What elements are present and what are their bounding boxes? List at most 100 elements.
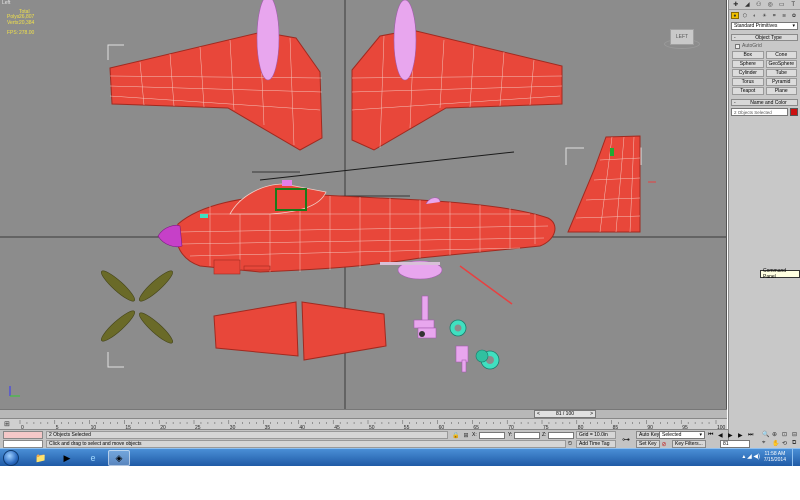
key-set-dropdown[interactable]: Selected ▾ [659,431,705,439]
modify-tab[interactable]: ◢ [743,1,752,9]
left-viewport[interactable]: Left Total Polys: 26,807 Verts: 20,384 FPS… [0,0,727,409]
next-frame-icon[interactable]: > [590,411,593,417]
systems-icon[interactable]: ✿ [790,12,798,19]
lock-icon[interactable]: 🔒 [452,431,460,439]
absolute-mode-icon[interactable]: ⊞ [462,431,470,439]
autogrid-checkbox[interactable]: AutoGrid [735,43,796,49]
category-dropdown[interactable]: Standard Primitives ▾ [731,22,798,30]
zoom-all-icon[interactable]: ⊕ [772,431,777,438]
add-time-tag[interactable]: Add Time Tag [576,440,616,448]
create-categories: ● ⬡ ◐ ☀ ⌗ ≋ ✿ [729,11,800,20]
zoom-extents-icon[interactable]: ⊡ [782,431,787,438]
current-frame-field[interactable]: 81 [720,440,750,448]
system-clock[interactable]: 11:58 AM 7/15/2014 [764,451,786,463]
x-label: X: [472,432,477,438]
x-field[interactable] [478,431,505,439]
prev-frame-icon[interactable]: < [537,411,540,417]
viewcube[interactable]: LEFT [664,27,700,49]
internet-explorer-icon[interactable]: e [82,450,104,466]
maxscript-listener-bottom[interactable] [3,440,43,448]
helpers-icon[interactable]: ⌗ [770,12,778,19]
checkbox-box[interactable] [735,43,740,49]
z-label: Z: [542,432,547,438]
geosphere-button[interactable]: GeoSphere [765,60,797,68]
scene-canvas[interactable] [0,0,727,409]
hierarchy-tab[interactable]: ⚇ [754,1,763,9]
go-to-start-icon[interactable]: ⏮ [708,431,713,439]
set-key-button[interactable]: Set Key [636,440,660,448]
create-tab[interactable]: ✚ [731,1,740,9]
rollout-title: Name and Color [750,99,787,106]
autogrid-label: AutoGrid [742,43,762,49]
start-button[interactable] [3,450,19,466]
cameras-icon[interactable]: ☀ [760,12,768,19]
torus-button[interactable]: Torus [732,78,764,86]
category-dropdown-value: Standard Primitives [734,23,778,29]
file-explorer-icon[interactable]: 📁 [30,450,52,466]
name-color-rollout[interactable]: - Name and Color [731,99,798,106]
viewport-label[interactable]: Left [2,0,10,6]
object-color-swatch[interactable] [790,108,798,116]
display-tab[interactable]: ▭ [777,1,786,9]
maxscript-listener-top[interactable] [3,431,43,439]
grid-size: Grid = 10.0in [576,431,616,439]
motion-tab[interactable]: ◎ [766,1,775,9]
show-desktop-button[interactable] [792,449,800,467]
name-color-row: 2 Objects Selected [731,108,798,116]
pan-icon[interactable]: ✋ [772,440,779,447]
time-slider-value: 81 / 100 [555,411,575,417]
go-to-end-icon[interactable]: ⏭ [748,431,753,439]
geometry-icon[interactable]: ● [730,12,739,19]
box-button[interactable]: Box [732,51,764,59]
move-gizmo-line [459,265,513,305]
spacewarps-icon[interactable]: ≋ [780,12,788,19]
prompt-line: Click and drag to select and move object… [46,440,566,448]
teapot-button[interactable]: Teapot [732,87,764,95]
track-bar[interactable]: ⊞ 0 5 10 15 20 25 30 35 40 45 50 55 60 65 70 75 80 85 90 95… [0,418,727,430]
set-key-icon[interactable]: ⊘ [660,440,668,448]
cone-button[interactable]: Cone [765,51,797,59]
tube-button[interactable]: Tube [765,69,797,77]
pyramid-button[interactable]: Pyramid [765,78,797,86]
system-tray-icons[interactable]: ▴ ◢ ◀) [742,453,760,460]
empty-area [0,466,800,500]
time-slider[interactable]: < 81 / 100 > [534,410,596,418]
key-icon[interactable]: ⊶ [619,432,633,446]
prev-key-icon[interactable]: ◀ [718,431,723,439]
propeller-blades [101,270,173,344]
plane-button[interactable]: Plane [765,87,797,95]
rollout-title: Object Type [755,34,782,41]
chevron-down-icon: ▾ [792,23,795,29]
status-bar: 2 Objects Selected Click and drag to sel… [0,429,797,448]
maximize-viewport-icon[interactable]: ⧉ [792,440,796,447]
time-tag-icon[interactable]: ⏲ [566,440,574,448]
propeller-hub-right [393,0,417,81]
command-panel-tabs: ✚ ◢ ⚇ ◎ ▭ T [729,0,800,10]
lights-icon[interactable]: ◐ [751,12,759,19]
cylinder-button[interactable]: Cylinder [732,69,764,77]
z-field[interactable] [548,431,575,439]
zoom-extents-all-icon[interactable]: ⊟ [792,431,797,438]
collapse-sign: - [734,34,736,41]
key-filters-button[interactable]: Key Filters... [672,440,706,448]
y-label: Y: [508,432,513,438]
sphere-button[interactable]: Sphere [732,60,764,68]
zoom-icon[interactable]: 🔍 [762,431,769,438]
command-panel-tooltip: Command Panel [760,268,800,280]
orbit-icon[interactable]: ⟲ [782,440,787,447]
wing-left [109,0,323,151]
3ds-max-taskbar-icon[interactable]: ◈ [108,450,130,466]
time-slider-track[interactable]: < 81 / 100 > [0,409,727,418]
field-of-view-icon[interactable]: ⌖ [762,440,765,447]
object-type-rollout[interactable]: - Object Type [731,34,798,41]
wing-right [351,0,563,151]
object-name-field[interactable]: 2 Objects Selected [731,108,788,116]
next-key-icon[interactable]: ▶ [738,431,743,439]
viewcube-face[interactable]: LEFT [670,29,694,45]
z-coordinate: Z: [542,431,575,439]
play-icon[interactable]: ▶ [728,431,733,439]
y-field[interactable] [514,431,541,439]
media-player-icon[interactable]: ▶ [56,450,78,466]
utilities-tab[interactable]: T [789,1,798,9]
shapes-icon[interactable]: ⬡ [741,12,749,19]
